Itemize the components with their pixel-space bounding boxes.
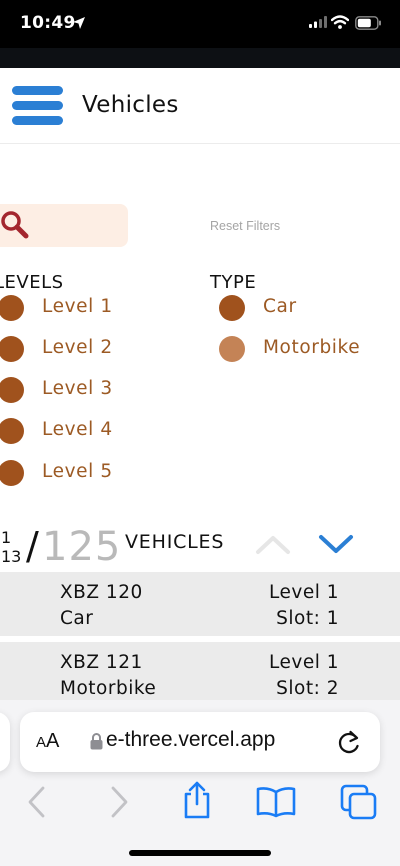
vehicle-level: Level 1 bbox=[269, 652, 339, 673]
share-icon[interactable] bbox=[180, 780, 214, 820]
vehicle-slot: Slot: 1 bbox=[276, 608, 339, 629]
address-bar[interactable]: AA e-three.vercel.app bbox=[20, 712, 380, 772]
radio-dot bbox=[0, 377, 24, 403]
level-filter-label: Level 5 bbox=[42, 461, 113, 482]
vehicle-count-label: VEHICLES bbox=[125, 531, 225, 553]
vehicle-row[interactable]: XBZ 120 Car Level 1 Slot: 1 bbox=[0, 572, 400, 636]
vehicle-slot: Slot: 2 bbox=[276, 678, 339, 699]
home-indicator bbox=[129, 850, 271, 856]
levels-filter-title: LEVELS bbox=[0, 272, 64, 293]
radio-dot bbox=[0, 336, 24, 362]
back-arrow-icon[interactable] bbox=[26, 784, 48, 820]
cellular-signal-icon bbox=[309, 16, 327, 28]
wifi-icon bbox=[331, 15, 349, 29]
chevron-up-icon[interactable] bbox=[255, 532, 291, 556]
radio-dot bbox=[219, 295, 245, 321]
vehicle-plate: XBZ 120 bbox=[60, 582, 143, 603]
app-header: Vehicles bbox=[0, 68, 400, 144]
location-arrow-icon bbox=[73, 17, 85, 29]
type-filter-title: TYPE bbox=[210, 272, 257, 293]
lock-icon bbox=[90, 733, 103, 750]
level-filter-label: Level 2 bbox=[42, 337, 113, 358]
url-text: e-three.vercel.app bbox=[106, 728, 276, 751]
vehicle-total-count: 125 bbox=[42, 524, 122, 570]
browser-top-strip bbox=[0, 48, 400, 68]
level-filter-label: Level 3 bbox=[42, 378, 113, 399]
forward-arrow-icon[interactable] bbox=[108, 784, 130, 820]
radio-dot bbox=[0, 295, 24, 321]
vehicle-type: Car bbox=[60, 608, 94, 629]
current-page-number: 1 bbox=[1, 528, 12, 547]
status-bar: 10:49 bbox=[0, 0, 400, 48]
total-pages-number: 13 bbox=[1, 547, 22, 566]
radio-dot bbox=[0, 418, 24, 444]
status-time: 10:49 bbox=[20, 13, 76, 33]
radio-dot bbox=[0, 460, 24, 486]
vehicle-type: Motorbike bbox=[60, 678, 157, 699]
type-filter-label: Motorbike bbox=[263, 337, 361, 358]
battery-icon bbox=[355, 16, 381, 30]
search-icon bbox=[1, 211, 29, 239]
vehicle-level: Level 1 bbox=[269, 582, 339, 603]
tabs-icon[interactable] bbox=[340, 784, 378, 820]
page-title: Vehicles bbox=[82, 92, 179, 118]
radio-dot bbox=[219, 336, 245, 362]
previous-tab-pill[interactable] bbox=[0, 712, 10, 772]
hamburger-menu-icon[interactable] bbox=[12, 86, 63, 128]
page-separator: / bbox=[26, 524, 39, 568]
vehicle-plate: XBZ 121 bbox=[60, 652, 143, 673]
bookmarks-icon[interactable] bbox=[256, 786, 296, 818]
level-filter-label: Level 1 bbox=[42, 296, 113, 317]
level-filter-label: Level 4 bbox=[42, 419, 113, 440]
vehicle-row[interactable]: XBZ 121 Motorbike Level 1 Slot: 2 bbox=[0, 642, 400, 706]
reset-filters-link[interactable]: Reset Filters bbox=[210, 219, 280, 233]
reader-text-settings-button[interactable]: AA bbox=[36, 730, 59, 753]
type-filter-label: Car bbox=[263, 296, 297, 317]
reload-icon[interactable] bbox=[336, 728, 362, 756]
chevron-down-icon[interactable] bbox=[318, 532, 354, 556]
